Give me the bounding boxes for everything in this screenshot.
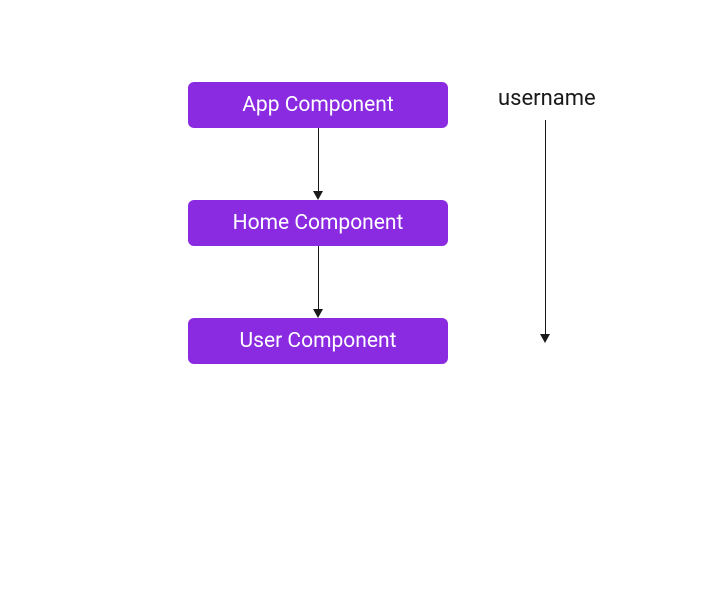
arrow-app-to-home-line (318, 128, 319, 191)
node-app-label: App Component (242, 93, 394, 117)
node-home-label: Home Component (233, 211, 404, 235)
node-user-component: User Component (188, 318, 448, 364)
arrow-username-line (545, 120, 546, 334)
annotation-username: username (498, 86, 596, 111)
node-user-label: User Component (240, 329, 397, 353)
arrow-app-to-home-head-icon (313, 191, 323, 200)
arrow-username-head-icon (540, 334, 550, 343)
arrow-home-to-user-line (318, 246, 319, 309)
node-home-component: Home Component (188, 200, 448, 246)
node-app-component: App Component (188, 82, 448, 128)
annotation-username-label: username (498, 86, 596, 111)
arrow-home-to-user-head-icon (313, 309, 323, 318)
